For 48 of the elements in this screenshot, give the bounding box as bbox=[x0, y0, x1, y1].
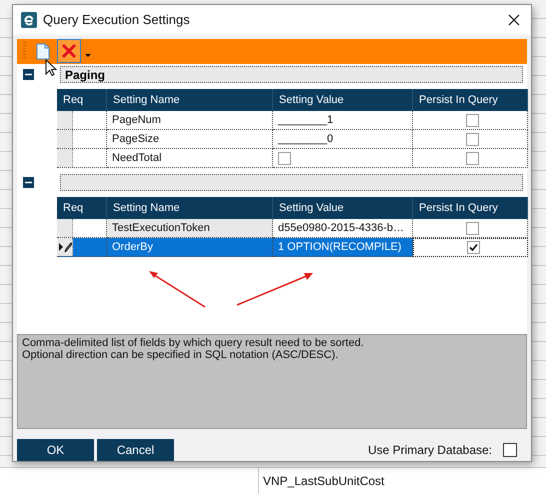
document-icon bbox=[36, 42, 50, 60]
cancel-button[interactable]: Cancel bbox=[97, 439, 174, 461]
table-cell: OrderBy bbox=[107, 238, 273, 258]
checkbox[interactable] bbox=[466, 132, 479, 146]
checkbox[interactable] bbox=[466, 152, 479, 165]
group-header[interactable] bbox=[60, 174, 523, 192]
column-header: Persist In Query bbox=[413, 89, 528, 112]
table-cell-text: VNP_LastSubUnitCost bbox=[262, 473, 386, 490]
table-cell: PageNum bbox=[107, 111, 273, 130]
table-cell: NeedTotal bbox=[107, 149, 273, 168]
caret-icon bbox=[85, 54, 91, 58]
column-header: Setting Name bbox=[107, 89, 273, 112]
column-header: Persist In Query bbox=[413, 197, 528, 220]
column-header: Req bbox=[57, 89, 107, 112]
close-icon bbox=[508, 14, 520, 26]
table-cell: TestExecutionToken bbox=[107, 219, 273, 238]
edit-row-icon bbox=[58, 241, 72, 254]
table-cell: ________1 bbox=[273, 111, 413, 130]
row-selector[interactable] bbox=[57, 130, 107, 150]
group-header[interactable]: Paging bbox=[60, 66, 523, 84]
annotation-arrow bbox=[147, 269, 207, 310]
table-cell: d55e0980-2015-4336-b… bbox=[273, 219, 413, 238]
checkbox[interactable] bbox=[466, 114, 479, 127]
row-selector[interactable] bbox=[57, 111, 107, 130]
description-text: Comma-delimited list of fields by which query result need to be sorted. bbox=[22, 337, 365, 350]
row-selector[interactable] bbox=[57, 238, 107, 258]
row-selector[interactable] bbox=[57, 149, 107, 168]
table-cell: 1 OPTION(RECOMPILE) bbox=[273, 238, 413, 258]
checkbox[interactable] bbox=[466, 241, 480, 254]
row-selector[interactable] bbox=[57, 219, 107, 238]
column-header: Setting Value bbox=[273, 197, 413, 220]
app-logo-icon bbox=[21, 12, 37, 28]
ok-button[interactable]: OK bbox=[17, 439, 94, 461]
checkbox-label: Use Primary Database: bbox=[368, 443, 492, 457]
window-title: Query Execution Settings bbox=[43, 12, 191, 28]
table-cell: ________0 bbox=[273, 130, 413, 150]
column-header: Setting Value bbox=[273, 89, 413, 112]
checkbox[interactable] bbox=[278, 152, 291, 165]
description-text: Optional direction can be specified in SQL notation (ASC/DESC). bbox=[22, 349, 340, 362]
column-header: Setting Name bbox=[107, 197, 273, 220]
collapse-button[interactable] bbox=[23, 69, 34, 80]
checkbox[interactable] bbox=[503, 443, 517, 457]
collapse-button[interactable] bbox=[23, 177, 34, 188]
delete-icon bbox=[60, 42, 78, 60]
checkbox[interactable] bbox=[466, 222, 479, 235]
group-title: Paging bbox=[65, 68, 106, 82]
column-header: Req bbox=[57, 197, 107, 220]
table-cell: PageSize bbox=[107, 130, 273, 150]
